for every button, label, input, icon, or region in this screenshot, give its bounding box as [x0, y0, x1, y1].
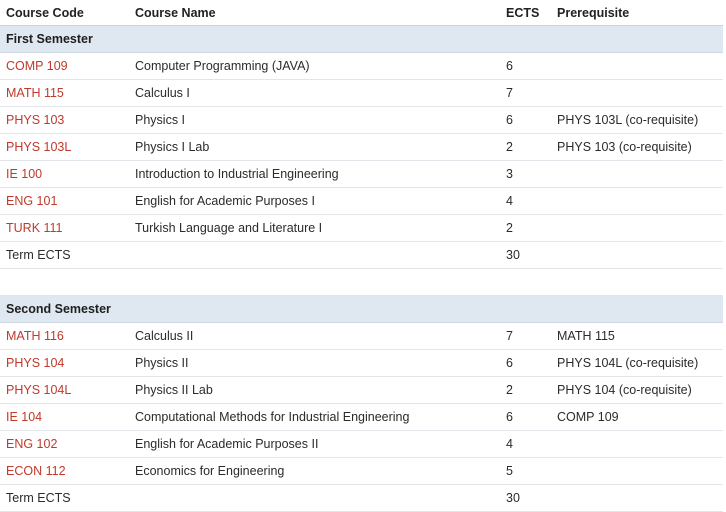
- course-code-link[interactable]: TURK 111: [6, 221, 63, 235]
- course-prerequisite: [551, 430, 723, 458]
- course-row: MATH 115 Calculus I 7: [0, 79, 723, 107]
- course-row: PHYS 104L Physics II Lab 2 PHYS 104 (co-…: [0, 376, 723, 404]
- curriculum-table: Course Code Course Name ECTS Prerequisit…: [0, 0, 723, 512]
- course-ects: 6: [506, 403, 551, 431]
- course-prerequisite: [551, 457, 723, 485]
- course-code-link[interactable]: PHYS 104L: [6, 383, 71, 397]
- course-name: Computational Methods for Industrial Eng…: [129, 403, 506, 431]
- course-code-link[interactable]: IE 100: [6, 167, 42, 181]
- course-code-link[interactable]: MATH 115: [6, 86, 64, 100]
- course-code-link[interactable]: MATH 116: [6, 329, 64, 343]
- course-prerequisite: [551, 214, 723, 242]
- course-ects: 6: [506, 349, 551, 377]
- term-total-value: 30: [506, 241, 551, 269]
- course-code-link[interactable]: IE 104: [6, 410, 42, 424]
- spacer-row: [0, 268, 723, 296]
- course-row: IE 104 Computational Methods for Industr…: [0, 403, 723, 431]
- header-row: Course Code Course Name ECTS Prerequisit…: [0, 0, 723, 26]
- term-total-row: Term ECTS 30: [0, 241, 723, 269]
- course-name: Physics I: [129, 106, 506, 134]
- course-name: Calculus II: [129, 322, 506, 350]
- course-row: PHYS 103 Physics I 6 PHYS 103L (co-requi…: [0, 106, 723, 134]
- course-prerequisite: [551, 187, 723, 215]
- course-prerequisite: PHYS 104 (co-requisite): [551, 376, 723, 404]
- course-row: ENG 101 English for Academic Purposes I …: [0, 187, 723, 215]
- course-ects: 4: [506, 187, 551, 215]
- course-ects: 7: [506, 79, 551, 107]
- course-row: PHYS 104 Physics II 6 PHYS 104L (co-requ…: [0, 349, 723, 377]
- course-name: English for Academic Purposes II: [129, 430, 506, 458]
- course-ects: 3: [506, 160, 551, 188]
- course-code-link[interactable]: ENG 101: [6, 194, 57, 208]
- semester-title: First Semester: [0, 25, 723, 53]
- course-prerequisite: PHYS 104L (co-requisite): [551, 349, 723, 377]
- course-row: PHYS 103L Physics I Lab 2 PHYS 103 (co-r…: [0, 133, 723, 161]
- course-ects: 5: [506, 457, 551, 485]
- course-name: Turkish Language and Literature I: [129, 214, 506, 242]
- course-name-header: Course Name: [129, 0, 506, 26]
- course-code-link[interactable]: ENG 102: [6, 437, 57, 451]
- course-ects: 2: [506, 133, 551, 161]
- term-total-label: Term ECTS: [0, 484, 129, 512]
- prerequisite-header: Prerequisite: [551, 0, 723, 26]
- course-row: ECON 112 Economics for Engineering 5: [0, 457, 723, 485]
- course-name: Computer Programming (JAVA): [129, 52, 506, 80]
- course-code-header: Course Code: [0, 0, 129, 26]
- course-name: English for Academic Purposes I: [129, 187, 506, 215]
- course-prerequisite: COMP 109: [551, 403, 723, 431]
- course-name: Economics for Engineering: [129, 457, 506, 485]
- course-code-link[interactable]: PHYS 104: [6, 356, 64, 370]
- course-ects: 6: [506, 52, 551, 80]
- course-ects: 4: [506, 430, 551, 458]
- course-code-link[interactable]: ECON 112: [6, 464, 66, 478]
- course-name: Physics I Lab: [129, 133, 506, 161]
- course-name: Physics II Lab: [129, 376, 506, 404]
- term-total-row: Term ECTS 30: [0, 484, 723, 512]
- semester-header-row: Second Semester: [0, 295, 723, 323]
- course-prerequisite: [551, 160, 723, 188]
- course-row: COMP 109 Computer Programming (JAVA) 6: [0, 52, 723, 80]
- course-code-link[interactable]: PHYS 103: [6, 113, 64, 127]
- course-ects: 2: [506, 376, 551, 404]
- course-row: TURK 111 Turkish Language and Literature…: [0, 214, 723, 242]
- course-ects: 7: [506, 322, 551, 350]
- term-total-value: 30: [506, 484, 551, 512]
- course-code-link[interactable]: COMP 109: [6, 59, 68, 73]
- semester-header-row: First Semester: [0, 25, 723, 53]
- course-row: MATH 116 Calculus II 7 MATH 115: [0, 322, 723, 350]
- course-prerequisite: PHYS 103 (co-requisite): [551, 133, 723, 161]
- ects-header: ECTS: [506, 0, 551, 26]
- course-row: ENG 102 English for Academic Purposes II…: [0, 430, 723, 458]
- course-row: IE 100 Introduction to Industrial Engine…: [0, 160, 723, 188]
- course-prerequisite: MATH 115: [551, 322, 723, 350]
- course-name: Physics II: [129, 349, 506, 377]
- course-prerequisite: [551, 79, 723, 107]
- course-ects: 2: [506, 214, 551, 242]
- course-prerequisite: PHYS 103L (co-requisite): [551, 106, 723, 134]
- course-name: Introduction to Industrial Engineering: [129, 160, 506, 188]
- course-code-link[interactable]: PHYS 103L: [6, 140, 71, 154]
- course-name: Calculus I: [129, 79, 506, 107]
- term-total-label: Term ECTS: [0, 241, 129, 269]
- course-prerequisite: [551, 52, 723, 80]
- semester-title: Second Semester: [0, 295, 723, 323]
- course-ects: 6: [506, 106, 551, 134]
